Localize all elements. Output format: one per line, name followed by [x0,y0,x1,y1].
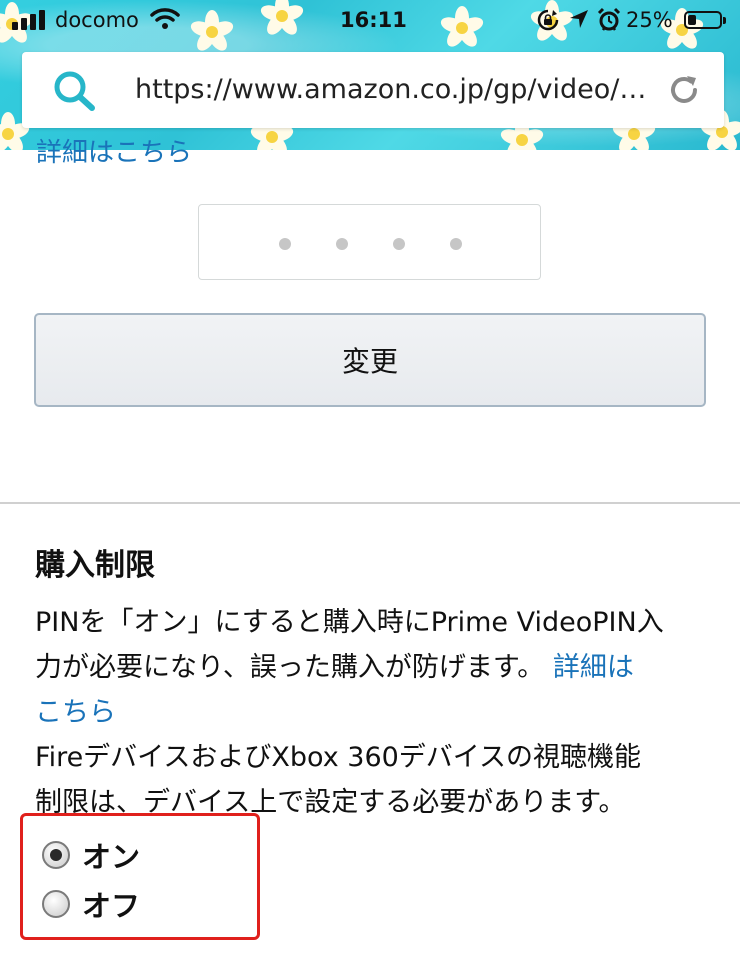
battery-icon [684,11,726,29]
clock: 16:11 [340,8,407,32]
alarm-icon [596,7,622,38]
pin-dot [450,238,462,250]
search-icon[interactable] [50,68,98,116]
pin-input[interactable] [198,204,541,280]
rotation-lock-icon [536,8,560,37]
reload-icon[interactable] [666,72,702,112]
status-bar: docomo 16:11 25% [0,0,740,40]
radio-on[interactable] [42,841,70,869]
radio-option-on[interactable]: オン [42,834,140,876]
desc-text: 力が必要になり、誤った購入が防げます。 [35,652,545,683]
url-text[interactable]: https://www.amazon.co.jp/gp/video/… [135,74,655,105]
radio-label-off: オフ [82,889,141,923]
radio-label-on: オン [82,840,141,874]
battery-percent: 25% [626,8,673,32]
desc-line: PINを「オン」にすると購入時にPrime VideoPIN入 [35,607,664,638]
carrier-name: docomo [55,8,139,32]
location-icon [568,8,590,35]
desc-line: FireデバイスおよびXbox 360デバイスの視聴機能 [35,742,641,773]
section-title: 購入制限 [35,548,155,583]
wifi-icon [150,6,180,35]
radio-off[interactable] [42,890,70,918]
desc-line: 力が必要になり、誤った購入が防げます。 詳細は [35,645,715,690]
purchase-restriction-description: PINを「オン」にすると購入時にPrime VideoPIN入 力が必要になり、… [35,600,715,825]
pin-dot [336,238,348,250]
divider [0,502,740,504]
details-link[interactable]: 詳細は [553,652,634,683]
change-button[interactable]: 変更 [34,313,706,407]
url-bar[interactable]: https://www.amazon.co.jp/gp/video/… [22,52,724,128]
pin-dot [279,238,291,250]
details-link-continued[interactable]: こちら [35,697,116,728]
desc-line: こちら [35,690,715,735]
radio-option-off[interactable]: オフ [42,883,140,925]
details-link-partial[interactable]: 詳細はこちら [36,132,192,169]
pin-dot [393,238,405,250]
